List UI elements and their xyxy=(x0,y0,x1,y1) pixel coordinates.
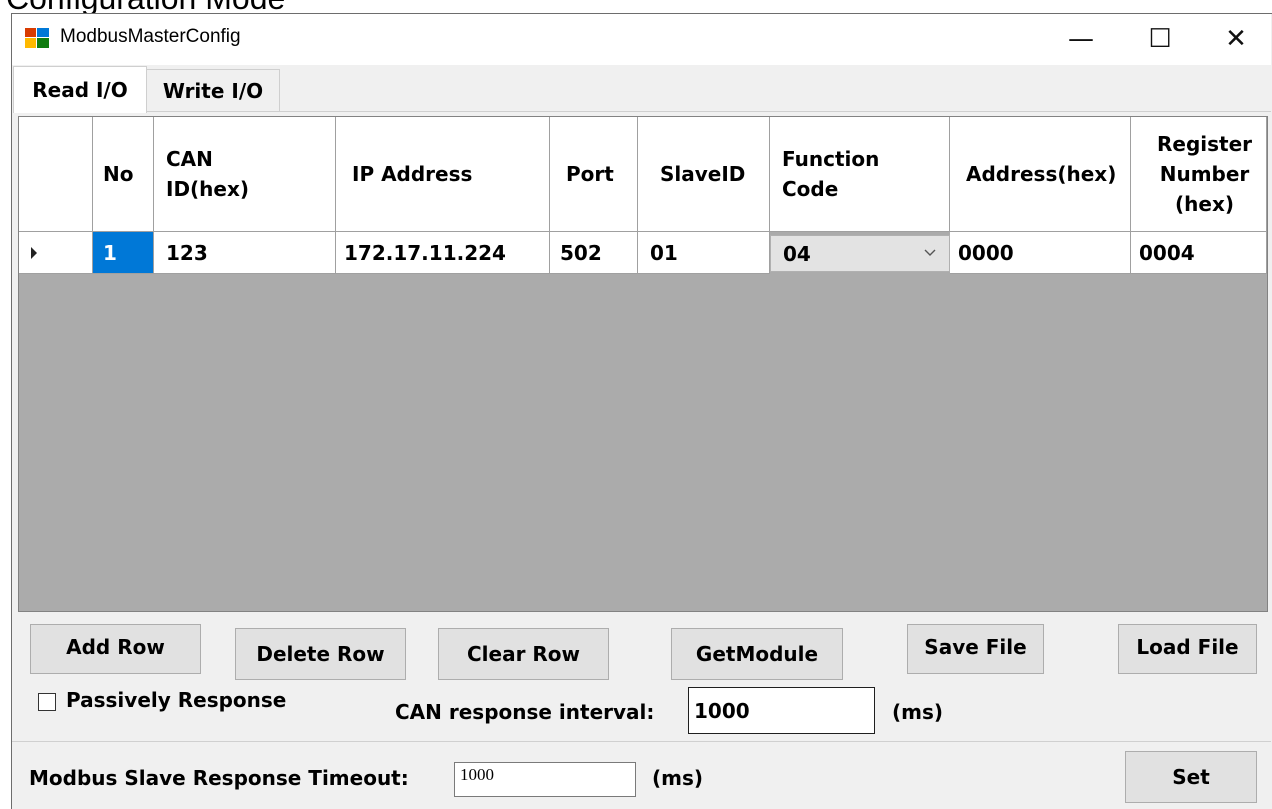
function-code-value: 04 xyxy=(783,241,811,266)
column-header-port[interactable]: Port xyxy=(550,117,638,232)
row-header-corner xyxy=(19,117,93,232)
cell-no[interactable]: 1 xyxy=(93,232,154,274)
tab-label: Write I/O xyxy=(162,78,264,103)
cell-can-id[interactable]: 123 xyxy=(154,232,336,274)
minimize-button[interactable]: — xyxy=(1039,14,1123,64)
passively-response-label: Passively Response xyxy=(66,688,287,712)
save-file-button[interactable]: Save File xyxy=(907,624,1044,674)
column-header-label: Function Code xyxy=(782,147,880,201)
cell-register-number[interactable]: 0004 xyxy=(1131,232,1267,274)
column-header-label: CAN ID(hex) xyxy=(166,147,250,201)
tab-write-io[interactable]: Write I/O xyxy=(146,69,280,111)
app-icon xyxy=(25,28,49,48)
cell-slave-id[interactable]: 01 xyxy=(638,232,770,274)
get-module-button[interactable]: GetModule xyxy=(671,628,843,680)
delete-row-button[interactable]: Delete Row xyxy=(235,628,406,680)
can-interval-label: CAN response interval: xyxy=(395,700,655,724)
cell-address[interactable]: 0000 xyxy=(950,232,1131,274)
cell-ip-address[interactable]: 172.17.11.224 xyxy=(336,232,550,274)
timeout-unit: (ms) xyxy=(652,766,704,790)
column-header-can-id[interactable]: CAN ID(hex) xyxy=(154,117,336,232)
window-title: ModbusMasterConfig xyxy=(60,26,241,47)
timeout-label: Modbus Slave Response Timeout: xyxy=(29,766,409,790)
column-header-address[interactable]: Address(hex) xyxy=(950,117,1131,232)
load-file-button[interactable]: Load File xyxy=(1118,624,1257,674)
cell-port[interactable]: 502 xyxy=(550,232,638,274)
current-row-arrow-icon xyxy=(31,246,37,259)
add-row-button[interactable]: Add Row xyxy=(30,624,201,674)
set-button[interactable]: Set xyxy=(1125,751,1257,803)
tab-panel-border xyxy=(13,111,1271,112)
clear-row-button[interactable]: Clear Row xyxy=(438,628,609,680)
column-header-register-number[interactable]: Register Number (hex) xyxy=(1131,117,1267,232)
chevron-down-icon[interactable] xyxy=(920,243,940,263)
tab-read-io[interactable]: Read I/O xyxy=(13,66,147,113)
row-header[interactable] xyxy=(19,232,93,274)
column-header-label: Register Number (hex) xyxy=(1156,132,1253,216)
maximize-button[interactable]: ☐ xyxy=(1118,14,1202,64)
passively-response-checkbox[interactable] xyxy=(38,693,56,711)
column-header-slave-id[interactable]: SlaveID xyxy=(638,117,770,232)
tab-label: Read I/O xyxy=(32,78,128,102)
timeout-input[interactable]: 1000 xyxy=(454,762,636,797)
column-header-ip-address[interactable]: IP Address xyxy=(336,117,550,232)
footer-divider xyxy=(12,741,1271,742)
column-header-function-code[interactable]: Function Code xyxy=(770,117,950,232)
close-button[interactable]: ✕ xyxy=(1194,14,1272,64)
column-header-no[interactable]: No xyxy=(93,117,154,232)
can-interval-input[interactable]: 1000 xyxy=(688,687,875,734)
can-interval-unit: (ms) xyxy=(892,700,944,724)
